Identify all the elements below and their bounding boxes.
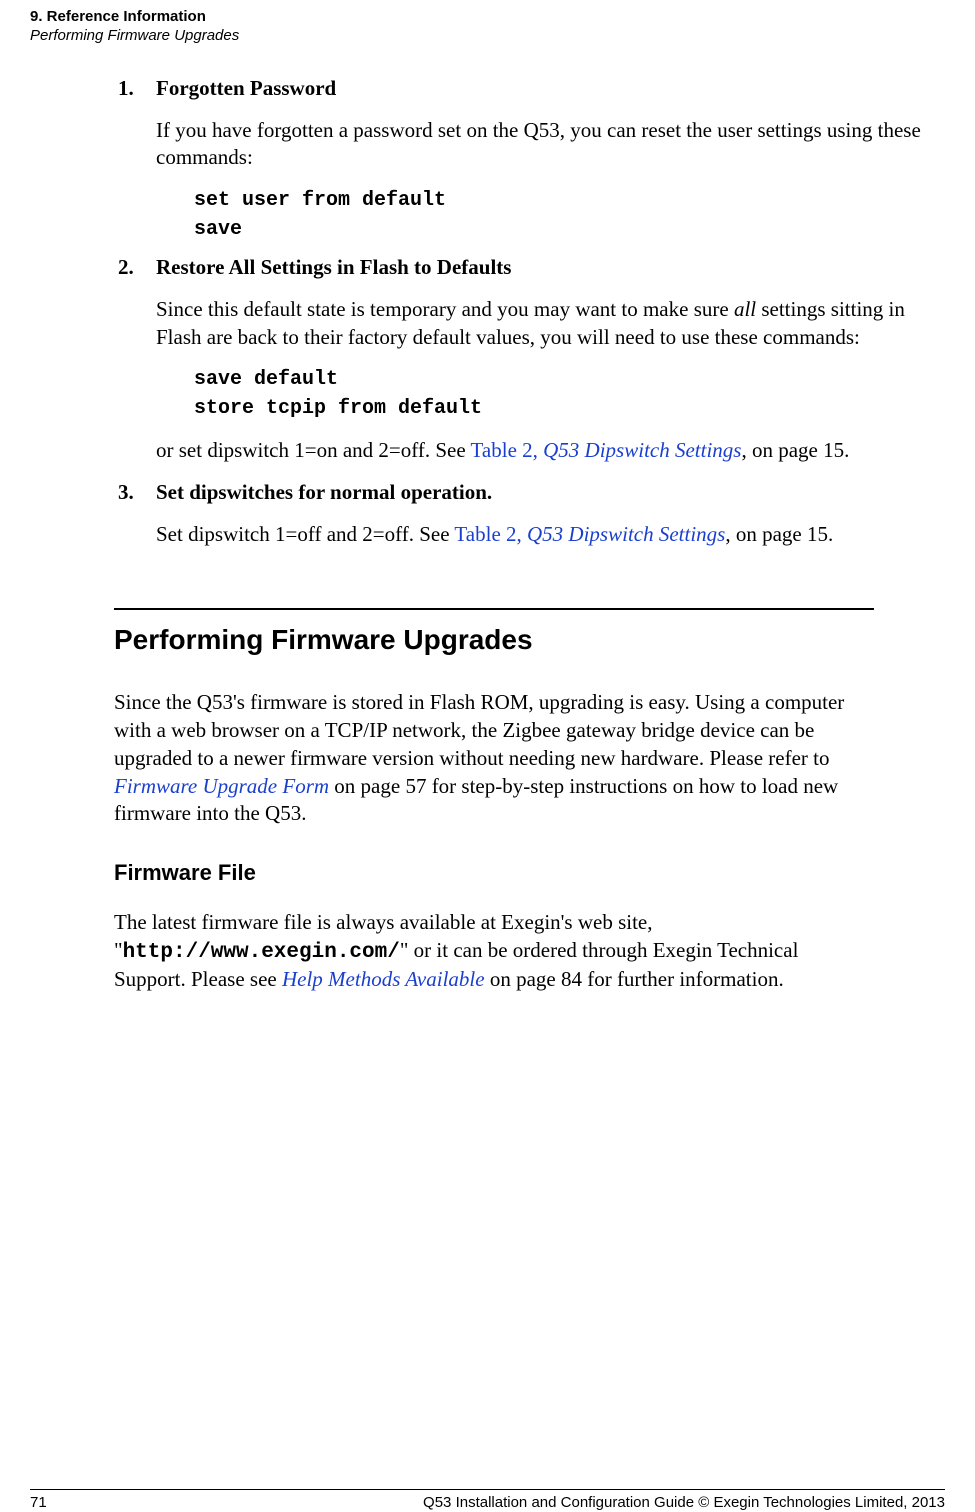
header-section: Performing Firmware Upgrades	[30, 27, 239, 46]
body-text: on page 84 for further information.	[485, 967, 784, 991]
xref-label: Table 2,	[454, 522, 527, 546]
emphasis: all	[734, 297, 756, 321]
header-chapter: 9. Reference Information	[30, 8, 239, 27]
code-line: save default	[194, 365, 948, 394]
body-text: Set dipswitch 1=off and 2=off. See	[156, 522, 454, 546]
cross-reference-link[interactable]: Table 2, Q53 Dipswitch Settings	[454, 522, 725, 546]
url-text: http://www.exegin.com/	[123, 941, 400, 964]
cross-reference-link[interactable]: Help Methods Available	[282, 967, 485, 991]
heading-firmware-file: Firmware File	[114, 858, 948, 887]
code-line: set user from default	[194, 186, 948, 215]
page-content: 1.Forgotten Password If you have forgott…	[118, 75, 948, 1024]
cross-reference-link[interactable]: Table 2, Q53 Dipswitch Settings	[471, 438, 742, 462]
xref-title: Q53 Dipswitch Settings	[527, 522, 725, 546]
code-line: store tcpip from default	[194, 394, 948, 423]
list-title-set-dipswitches: Set dipswitches for normal operation.	[156, 480, 492, 504]
list-title-forgotten-password: Forgotten Password	[156, 76, 336, 100]
list-item: 2.Restore All Settings in Flash to Defau…	[118, 254, 948, 465]
list-item: 1.Forgotten Password If you have forgott…	[118, 75, 948, 244]
footer-text: Q53 Installation and Configuration Guide…	[423, 1494, 945, 1511]
list-item: 3.Set dipswitches for normal operation. …	[118, 479, 948, 548]
cross-reference-link[interactable]: Firmware Upgrade Form	[114, 774, 329, 798]
list-body: Since this default state is temporary an…	[156, 296, 948, 351]
body-text: , on page 15.	[725, 522, 833, 546]
list-title-restore-defaults: Restore All Settings in Flash to Default…	[156, 255, 511, 279]
running-footer: 71 Q53 Installation and Configuration Gu…	[30, 1489, 945, 1494]
page-number: 71	[30, 1494, 47, 1511]
code-line: save	[194, 215, 948, 244]
paragraph: Since the Q53's firmware is stored in Fl…	[114, 689, 874, 828]
body-text: or set dipswitch 1=on and 2=off. See	[156, 438, 471, 462]
list-number: 2.	[118, 254, 156, 282]
list-tail: or set dipswitch 1=on and 2=off. See Tab…	[156, 437, 948, 465]
body-text: Since the Q53's firmware is stored in Fl…	[114, 690, 844, 769]
code-block: set user from default save	[194, 186, 948, 244]
running-header: 9. Reference Information Performing Firm…	[30, 8, 239, 46]
list-number: 3.	[118, 479, 156, 507]
xref-label: Table 2,	[471, 438, 544, 462]
heading-performing-firmware-upgrades: Performing Firmware Upgrades	[114, 622, 948, 659]
paragraph: The latest firmware file is always avail…	[114, 909, 874, 994]
section-rule	[114, 608, 874, 610]
body-text: , on page 15.	[741, 438, 849, 462]
list-body: If you have forgotten a password set on …	[156, 117, 948, 172]
list-tail: Set dipswitch 1=off and 2=off. See Table…	[156, 521, 948, 549]
code-block: save default store tcpip from default	[194, 365, 948, 423]
body-text: Since this default state is temporary an…	[156, 297, 734, 321]
list-number: 1.	[118, 75, 156, 103]
xref-title: Q53 Dipswitch Settings	[543, 438, 741, 462]
